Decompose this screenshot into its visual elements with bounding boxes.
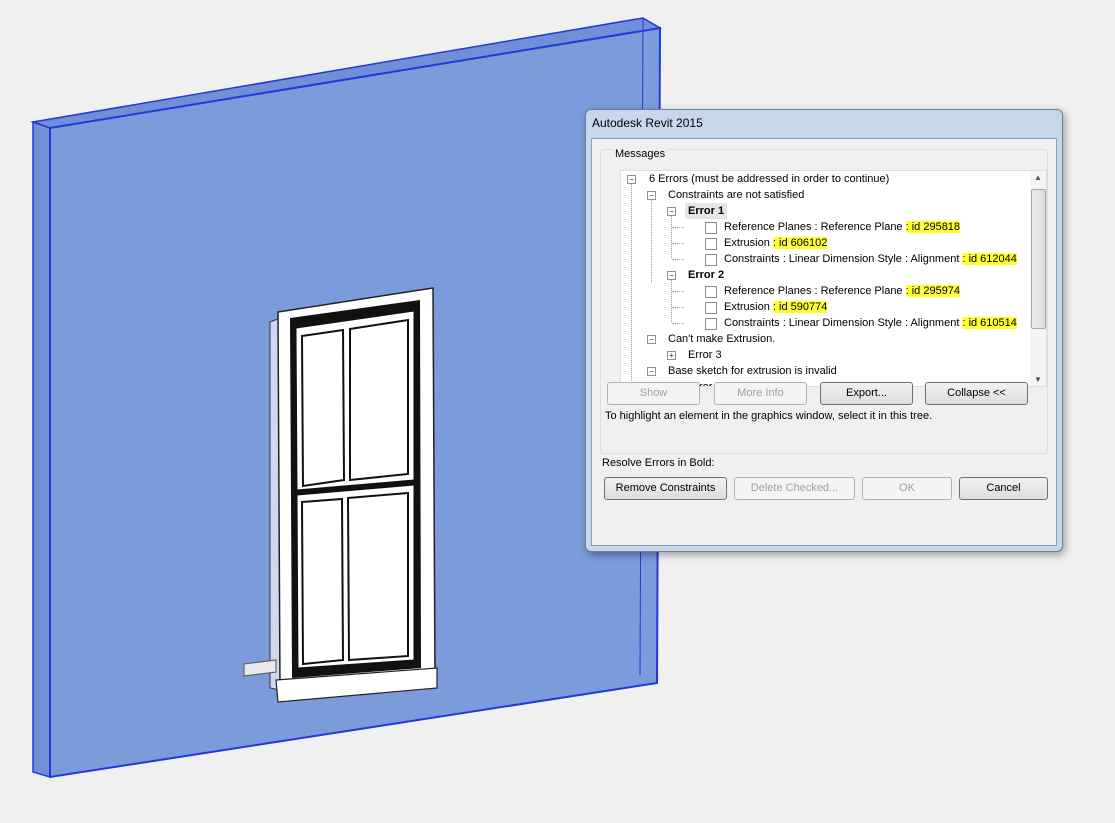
export-button[interactable]: Export...: [820, 382, 913, 405]
item-checkbox[interactable]: [705, 318, 717, 330]
resolve-label: Resolve Errors in Bold:: [602, 457, 715, 469]
cancel-button[interactable]: Cancel: [959, 477, 1048, 500]
hint-text: To highlight an element in the graphics …: [605, 410, 933, 422]
dialog-title: Autodesk Revit 2015: [592, 116, 703, 130]
remove-constraints-button[interactable]: Remove Constraints: [604, 477, 727, 500]
collapse-icon[interactable]: −: [667, 271, 676, 280]
scroll-down-icon[interactable]: ▼: [1034, 375, 1042, 384]
delete-checked-button[interactable]: Delete Checked...: [734, 477, 855, 500]
expand-icon[interactable]: +: [667, 351, 676, 360]
tree-scrollbar[interactable]: ▲ ▼: [1030, 171, 1046, 386]
collapse-button[interactable]: Collapse <<: [925, 382, 1028, 405]
ok-button[interactable]: OK: [862, 477, 952, 500]
element-id: : id 590774: [772, 301, 828, 313]
collapse-icon[interactable]: −: [647, 335, 656, 344]
dialog-client: Messages − 6 Errors (must be addressed i…: [591, 138, 1057, 546]
item-checkbox[interactable]: [705, 222, 717, 234]
item-checkbox[interactable]: [705, 254, 717, 266]
element-id: : id 610514: [962, 317, 1017, 329]
scrollbar-thumb[interactable]: [1031, 189, 1046, 329]
collapse-icon[interactable]: −: [647, 367, 656, 376]
element-id: : id 606102: [772, 237, 828, 249]
element-id: : id 295818: [905, 221, 961, 233]
item-checkbox[interactable]: [705, 286, 717, 298]
collapse-icon[interactable]: −: [627, 175, 636, 184]
scroll-up-icon[interactable]: ▲: [1034, 173, 1042, 182]
element-id: : id 295974: [905, 285, 961, 297]
window-element[interactable]: [243, 287, 438, 703]
messages-group: Messages − 6 Errors (must be addressed i…: [600, 148, 1048, 454]
collapse-icon[interactable]: −: [647, 191, 656, 200]
item-checkbox[interactable]: [705, 238, 717, 250]
show-button[interactable]: Show: [607, 382, 700, 405]
element-id: : id 612044: [962, 253, 1017, 265]
messages-label: Messages: [613, 148, 668, 160]
collapse-icon[interactable]: −: [667, 207, 676, 216]
item-checkbox[interactable]: [705, 302, 717, 314]
revit-messages-dialog: Autodesk Revit 2015 Messages − 6 Errors …: [585, 109, 1063, 552]
error-tree[interactable]: − 6 Errors (must be addressed in order t…: [620, 170, 1047, 387]
more-info-button[interactable]: More Info: [714, 382, 807, 405]
